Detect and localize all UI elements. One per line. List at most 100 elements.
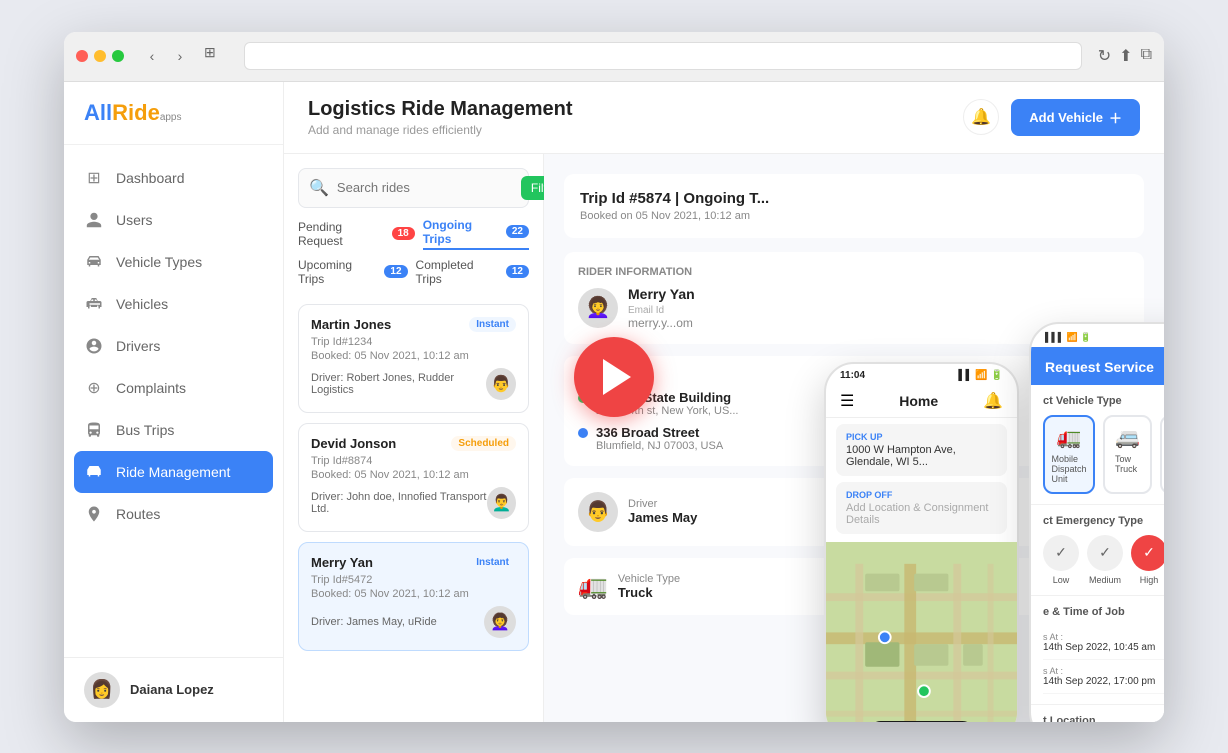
sidebar-item-drivers[interactable]: Drivers (64, 325, 283, 367)
sidebar-label-dashboard: Dashboard (116, 170, 185, 186)
email-value: merry.y...om (628, 316, 693, 330)
play-button[interactable] (574, 337, 654, 417)
trip-booked-date: Booked on 05 Nov 2021, 10:12 am (580, 210, 1128, 222)
sidebar-item-vehicle-types[interactable]: Vehicle Types (64, 241, 283, 283)
browser-window: ‹ › ⊞ ↻ ⬆ ⧉ AllRideapps ⊞ Dashboard (64, 32, 1164, 722)
dashboard-icon: ⊞ (84, 168, 104, 188)
ride-trip-id-0: Trip Id#1234 (311, 336, 516, 348)
drivers-icon (84, 336, 104, 356)
vehicle-type-icon: 🚛 (578, 572, 608, 601)
trip-sections: Rider Information 👩‍🦱 Merry Yan Email Id… (564, 252, 1144, 615)
address-bar[interactable] (244, 42, 1082, 70)
tab-pending[interactable]: Pending Request 18 (298, 218, 415, 250)
maximize-dot[interactable] (112, 50, 124, 62)
sidebar-item-routes[interactable]: Routes (64, 493, 283, 535)
vehicle-info: 🚛 Vehicle Type Truck (578, 572, 1130, 601)
search-input[interactable] (337, 180, 513, 195)
ride-badge-1: Scheduled (451, 436, 516, 451)
sidebar-label-bus-trips: Bus Trips (116, 422, 174, 438)
tab-completed-label: Completed Trips (416, 258, 501, 286)
tab-upcoming-label: Upcoming Trips (298, 258, 379, 286)
ride-card-bottom-1: Driver: John doe, Innofied Transport Ltd… (311, 487, 516, 519)
minimize-dot[interactable] (94, 50, 106, 62)
dropoff-dot (578, 428, 588, 438)
ride-date-2: Booked: 05 Nov 2021, 10:12 am (311, 588, 516, 600)
trip-header: Trip Id #5874 | Ongoing T... Booked on 0… (564, 174, 1144, 238)
ride-trip-id-2: Trip Id#5472 (311, 574, 516, 586)
complaints-icon: ⊕ (84, 378, 104, 398)
reload-icon[interactable]: ↻ (1098, 46, 1111, 66)
email-label: Email Id (628, 305, 664, 316)
sidebar-label-complaints: Complaints (116, 380, 186, 396)
driver-label: Driver (628, 498, 697, 510)
ride-card-1[interactable]: Devid Jonson Scheduled Trip Id#8874 Book… (298, 423, 529, 532)
sidebar-item-bus-trips[interactable]: Bus Trips (64, 409, 283, 451)
app-logo: AllRideapps (84, 100, 263, 126)
sidebar-item-vehicles[interactable]: Vehicles (64, 283, 283, 325)
rider-info-label: Rider Information (578, 266, 1130, 278)
tab-ongoing[interactable]: Ongoing Trips 22 (423, 218, 529, 250)
tab-completed-badge: 12 (506, 265, 529, 278)
search-icon: 🔍 (309, 178, 329, 198)
ride-driver-2: Driver: James May, uRide (311, 616, 437, 628)
bus-trips-icon (84, 420, 104, 440)
rider-name: Merry Yan (628, 286, 695, 302)
sidebar-label-vehicles: Vehicles (116, 296, 168, 312)
add-vehicle-plus-icon: ＋ (1109, 108, 1122, 127)
add-vehicle-label: Add Vehicle (1029, 110, 1103, 125)
sidebar-user: 👩 Daiana Lopez (64, 657, 283, 722)
logo-text-all: All (84, 100, 112, 125)
sidebar-item-ride-management[interactable]: Ride Management (74, 451, 273, 493)
ride-card-0[interactable]: Martin Jones Instant Trip Id#1234 Booked… (298, 304, 529, 413)
tab-upcoming-badge: 12 (384, 265, 407, 278)
tab-upcoming[interactable]: Upcoming Trips 12 (298, 258, 408, 286)
window-controls (76, 50, 124, 62)
ride-card-header-1: Devid Jonson Scheduled (311, 436, 516, 451)
sidebar-label-users: Users (116, 212, 153, 228)
users-icon (84, 210, 104, 230)
main-content: Logistics Ride Management Add and manage… (284, 82, 1164, 722)
ride-driver-1: Driver: John doe, Innofied Transport Ltd… (311, 491, 487, 515)
close-dot[interactable] (76, 50, 88, 62)
share-icon[interactable]: ⬆ (1119, 46, 1132, 66)
sidebar-label-drivers: Drivers (116, 338, 160, 354)
forward-button[interactable]: › (168, 44, 192, 68)
vehicles-icon (84, 294, 104, 314)
sidebar-label-vehicle-types: Vehicle Types (116, 254, 202, 270)
add-vehicle-button[interactable]: Add Vehicle ＋ (1011, 99, 1140, 136)
trip-dep-label: Trip De... (578, 370, 1130, 382)
rider-info: 👩‍🦱 Merry Yan Email Id merry.y...om (578, 286, 1130, 330)
browser-nav: ‹ › (140, 44, 192, 68)
routes-icon (84, 504, 104, 524)
back-button[interactable]: ‹ (140, 44, 164, 68)
ride-name-2: Merry Yan (311, 555, 373, 570)
ride-name-1: Devid Jonson (311, 436, 396, 451)
sidebar-label-ride-management: Ride Management (116, 464, 230, 480)
vehicle-type-value: Truck (618, 585, 680, 600)
trip-detail: Trip Id #5874 | Ongoing T... Booked on 0… (544, 154, 1164, 722)
expand-icon[interactable]: ⧉ (1141, 46, 1152, 66)
filter-row-1: Pending Request 18 Ongoing Trips 22 (298, 218, 529, 250)
user-name: Daiana Lopez (130, 682, 214, 697)
sidebar-item-users[interactable]: Users (64, 199, 283, 241)
browser-actions: ↻ ⬆ ⧉ (1098, 46, 1152, 66)
vehicle-label: Vehicle Type (618, 573, 680, 585)
notifications-button[interactable]: 🔔 (963, 99, 999, 135)
sidebar-label-routes: Routes (116, 506, 160, 522)
ride-card-bottom-2: Driver: James May, uRide 👩‍🦱 (311, 606, 516, 638)
sidebar-item-dashboard[interactable]: ⊞ Dashboard (64, 157, 283, 199)
tab-completed[interactable]: Completed Trips 12 (416, 258, 529, 286)
content-body: 🔍 Filter ⚙ Pending Request (284, 154, 1164, 722)
sidebar-navigation: ⊞ Dashboard Users Vehicle Types (64, 145, 283, 657)
ride-badge-0: Instant (469, 317, 516, 332)
dropoff-place: 336 Broad Street (596, 425, 723, 440)
driver-avatar: 👨 (578, 492, 618, 532)
logo-text-ride: Ride (112, 100, 160, 125)
ride-card-header-0: Martin Jones Instant (311, 317, 516, 332)
pickup-item: Empire State Building 20 w 34th st, New … (578, 390, 1130, 417)
rider-avatar: 👩‍🦱 (578, 288, 618, 328)
user-avatar: 👩 (84, 672, 120, 708)
sidebar-item-complaints[interactable]: ⊕ Complaints (64, 367, 283, 409)
ride-card-header-2: Merry Yan Instant (311, 555, 516, 570)
ride-card-2[interactable]: Merry Yan Instant Trip Id#5472 Booked: 0… (298, 542, 529, 651)
